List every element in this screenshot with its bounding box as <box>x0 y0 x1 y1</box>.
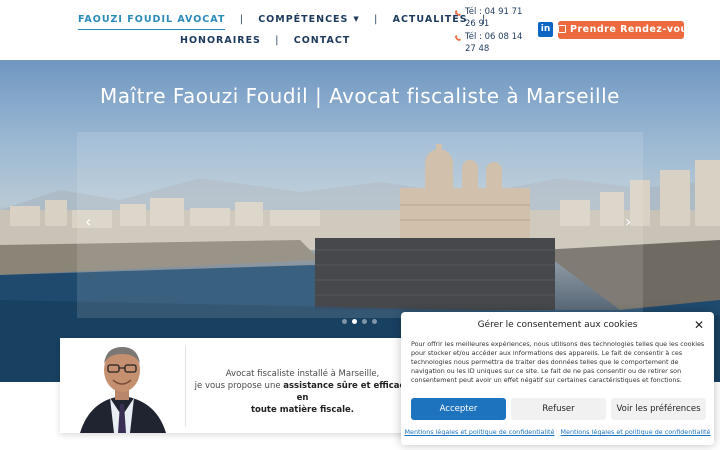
nav-separator: | <box>239 14 244 25</box>
hero-carousel <box>77 132 643 318</box>
intro-card: Avocat fiscaliste installé à Marseille, … <box>60 338 420 433</box>
accept-cookies-button[interactable]: Accepter <box>411 398 506 420</box>
nav-separator: | <box>275 35 280 46</box>
intro-line-2: je vous propose une assistance sûre et e… <box>190 380 415 404</box>
carousel-prev-icon[interactable]: ‹ <box>85 214 91 230</box>
lawyer-portrait <box>60 338 185 433</box>
book-appointment-label: Prendre Rendez-vous <box>570 24 694 35</box>
view-preferences-button[interactable]: Voir les préférences <box>611 398 706 420</box>
nav-contact[interactable]: CONTACT <box>294 35 351 46</box>
book-appointment-button[interactable]: Prendre Rendez-vous <box>558 21 693 39</box>
nav-separator: | <box>374 14 379 25</box>
refuse-cookies-button[interactable]: Refuser <box>511 398 606 420</box>
chevron-down-icon: ▼ <box>353 15 360 23</box>
nav-honoraires[interactable]: HONORAIRES <box>180 35 261 46</box>
intro-line-2-plain: je vous propose une <box>194 381 284 391</box>
intro-line-3-bold: toute matière fiscale. <box>250 405 355 415</box>
carousel-pagination <box>342 309 382 324</box>
intro-line-2-bold: assistance sûre et efficace en <box>283 381 411 403</box>
intro-text: Avocat fiscaliste installé à Marseille, … <box>190 368 415 416</box>
carousel-dot-active[interactable] <box>352 319 357 324</box>
nav-home[interactable]: FAOUZI FOUDIL AVOCAT <box>78 14 226 30</box>
phone-mobile-text: Tél : 06 08 14 27 48 <box>465 32 523 54</box>
phone-mobile[interactable]: Tél : 06 08 14 27 48 <box>455 31 535 55</box>
carousel-next-icon[interactable]: › <box>625 214 631 230</box>
site-header: FAOUZI FOUDIL AVOCAT | COMPÉTENCES ▼ | AC… <box>0 0 720 60</box>
consent-title: Gérer le consentement aux cookies <box>477 320 638 330</box>
phone-office[interactable]: Tél : 04 91 71 26 91 <box>455 6 535 30</box>
divider <box>185 346 186 426</box>
intro-line-1: Avocat fiscaliste installé à Marseille, <box>225 369 380 379</box>
page-title: Maître Faouzi Foudil | Avocat fiscaliste… <box>100 84 620 108</box>
intro-line-3: toute matière fiscale. <box>190 404 415 416</box>
carousel-dot[interactable] <box>372 319 377 324</box>
main-nav-row-1: FAOUZI FOUDIL AVOCAT | COMPÉTENCES ▼ | AC… <box>78 14 496 30</box>
calendar-icon <box>558 25 566 33</box>
linkedin-icon[interactable]: in <box>538 22 553 37</box>
phone-icon <box>455 10 461 16</box>
carousel-dot[interactable] <box>342 319 347 324</box>
close-icon[interactable]: ✕ <box>694 318 704 332</box>
nav-competences-label: COMPÉTENCES <box>258 14 349 25</box>
nav-competences[interactable]: COMPÉTENCES ▼ <box>258 14 360 25</box>
consent-body-text: Pour offrir les meilleures expériences, … <box>411 340 705 384</box>
main-nav-row-2: HONORAIRES | CONTACT <box>180 35 350 46</box>
phone-office-text: Tél : 04 91 71 26 91 <box>465 7 523 29</box>
phone-icon <box>455 35 461 41</box>
carousel-dot[interactable] <box>362 319 367 324</box>
cookie-consent-dialog: Gérer le consentement aux cookies ✕ Pour… <box>401 312 714 445</box>
privacy-policy-link[interactable]: Mentions légales et politique de confide… <box>561 428 711 436</box>
legal-notice-link[interactable]: Mentions légales et politique de confide… <box>405 428 555 436</box>
consent-links: Mentions légales et politique de confide… <box>401 428 714 436</box>
